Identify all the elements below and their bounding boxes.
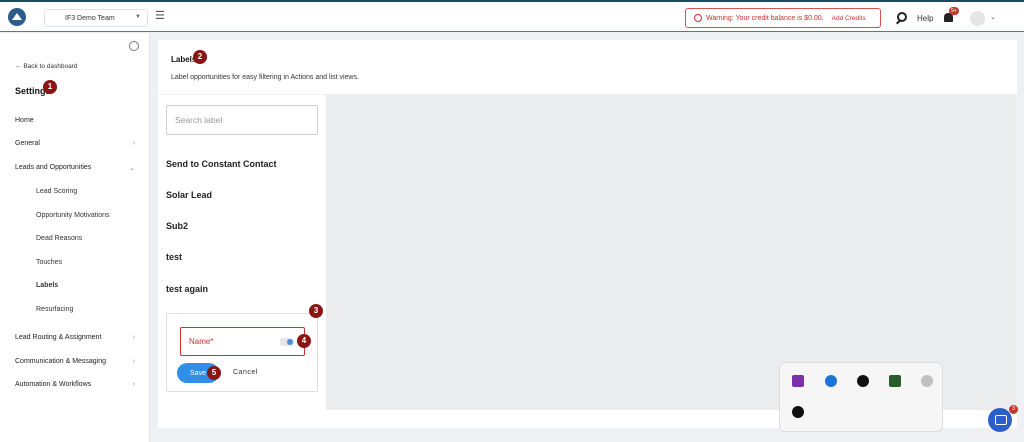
add-credits-link[interactable]: Add Credits xyxy=(832,15,866,22)
sidebar-item-label: Home xyxy=(15,117,34,124)
sidebar-item-label: General xyxy=(15,140,40,147)
sidebar-item-general[interactable]: General › xyxy=(15,140,135,147)
name-input[interactable]: Name* xyxy=(180,327,305,356)
sidebar-subitem-labels[interactable]: Labels xyxy=(36,282,58,289)
system-tray-popup xyxy=(779,362,943,432)
search-label-input[interactable]: Search label xyxy=(166,105,318,135)
credit-warning-banner: Warning: Your credit balance is $0.00. A… xyxy=(685,8,881,28)
label-item[interactable]: Solar Lead xyxy=(166,190,212,200)
sidebar-subitem-dead-reasons[interactable]: Dead Reasons xyxy=(36,235,82,242)
chevron-right-icon: › xyxy=(132,358,135,365)
labels-header: Labels Label opportunities for easy filt… xyxy=(158,40,1017,94)
section-description: Label opportunities for easy filtering i… xyxy=(171,74,359,81)
sidebar-item-label: Automation & Workflows xyxy=(15,381,92,388)
name-placeholder: Name* xyxy=(189,337,214,346)
sidebar-item-label: Leads and Opportunities xyxy=(15,164,92,171)
grammarly-icon[interactable] xyxy=(857,375,869,387)
sidebar-item-communication[interactable]: Communication & Messaging › xyxy=(15,358,135,365)
search-icon[interactable] xyxy=(897,12,907,22)
chevron-down-icon[interactable]: ⌄ xyxy=(990,13,996,21)
team-name: IF3 Demo Team xyxy=(65,14,115,22)
team-selector[interactable]: IF3 Demo Team ▼ xyxy=(44,9,148,27)
app-tray-icon[interactable] xyxy=(792,406,804,418)
sidebar-subitem-lead-scoring[interactable]: Lead Scoring xyxy=(36,188,77,195)
chevron-down-icon: ⌄ xyxy=(129,165,135,172)
settings-sidebar: ← Back to dashboard Settings 1 Home Gene… xyxy=(0,33,150,442)
sidebar-item-home[interactable]: Home xyxy=(15,117,135,124)
sidebar-subitem-opportunity-motivations[interactable]: Opportunity Motivations xyxy=(36,212,110,219)
avatar[interactable] xyxy=(970,11,985,26)
label-item[interactable]: test xyxy=(166,252,182,262)
sidebar-item-leads-and-opportunities[interactable]: Leads and Opportunities ⌄ xyxy=(15,164,135,172)
chevron-right-icon: › xyxy=(132,334,135,341)
sidebar-item-lead-routing[interactable]: Lead Routing & Assignment › xyxy=(15,334,135,341)
cancel-button[interactable]: Cancel xyxy=(233,369,258,376)
chat-badge: 3 xyxy=(1009,405,1018,414)
nvidia-icon[interactable] xyxy=(889,375,901,387)
app-logo[interactable] xyxy=(8,8,26,26)
label-item[interactable]: test again xyxy=(166,284,208,294)
top-bar: IF3 Demo Team ▼ ☰ Warning: Your credit b… xyxy=(0,0,1024,32)
chevron-right-icon: › xyxy=(132,140,135,147)
sidebar-subitem-touches[interactable]: Touches xyxy=(36,259,62,266)
chevron-down-icon: ▼ xyxy=(135,14,141,20)
sidebar-item-label: Communication & Messaging xyxy=(15,358,107,365)
password-manager-icon[interactable] xyxy=(280,338,294,346)
step-marker-5: 5 xyxy=(207,366,221,380)
clock-icon xyxy=(694,14,702,22)
warning-text: Warning: Your credit balance is $0.00. xyxy=(706,14,824,22)
hamburger-menu-icon[interactable]: ☰ xyxy=(155,11,165,22)
step-marker-3: 3 xyxy=(309,304,323,318)
network-icon[interactable] xyxy=(921,375,933,387)
step-marker-2: 2 xyxy=(193,50,207,64)
back-label: Back to dashboard xyxy=(23,63,78,70)
label-item[interactable]: Send to Constant Contact xyxy=(166,159,277,169)
back-to-dashboard-link[interactable]: ← Back to dashboard xyxy=(15,63,78,70)
bluetooth-icon[interactable] xyxy=(825,375,837,387)
help-link[interactable]: Help xyxy=(917,14,933,23)
chat-launcher-icon[interactable] xyxy=(988,408,1012,432)
sidebar-subitem-resurfacing[interactable]: Resurfacing xyxy=(36,306,73,313)
chevron-right-icon: › xyxy=(132,381,135,388)
step-marker-4: 4 xyxy=(297,334,311,348)
sidebar-item-label: Lead Routing & Assignment xyxy=(15,334,102,341)
sidebar-item-automation[interactable]: Automation & Workflows › xyxy=(15,381,135,388)
new-label-form: Name* Save Cancel xyxy=(166,313,318,392)
step-marker-1: 1 xyxy=(43,80,57,94)
label-list-panel: Search label Send to Constant Contact So… xyxy=(158,95,326,410)
label-item[interactable]: Sub2 xyxy=(166,221,188,231)
notification-badge: 9+ xyxy=(949,7,959,15)
onenote-icon[interactable] xyxy=(792,375,804,387)
settings-toggle-icon[interactable] xyxy=(129,41,139,51)
